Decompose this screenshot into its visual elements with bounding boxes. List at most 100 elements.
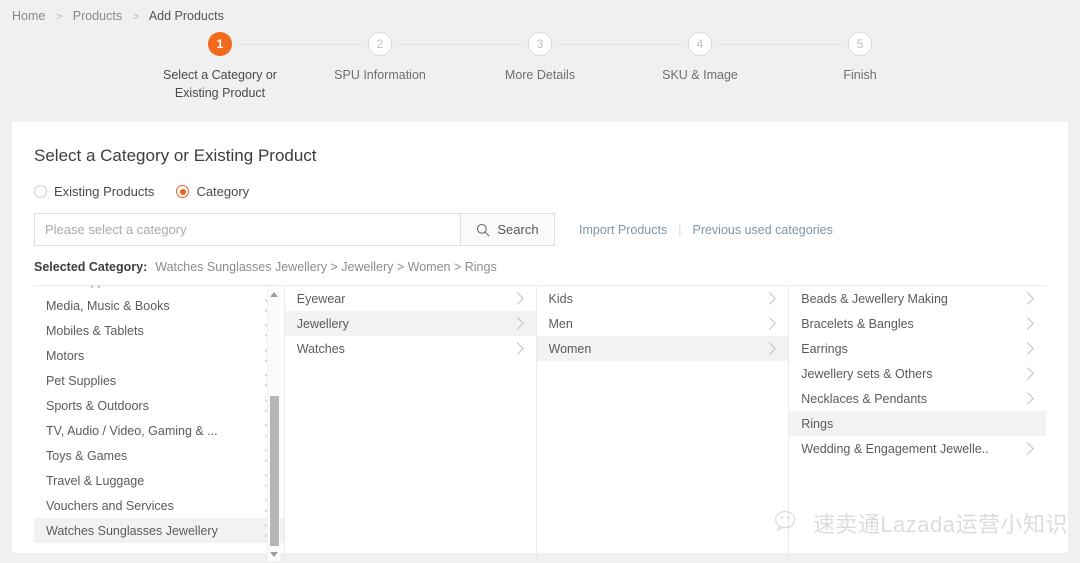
category-item[interactable]: Home Appliances [34,286,284,293]
category-item[interactable]: Media, Music & Books [34,293,284,318]
category-item-label: Men [549,317,573,331]
step-3-more-details[interactable]: 3 More Details [460,32,620,84]
chevron-right-icon [763,292,776,305]
step-number: 1 [208,32,232,56]
progress-stepper: 1 Select a Category or Existing Product … [0,32,1080,120]
search-button[interactable]: Search [460,213,555,246]
category-item-label: Jewellery [297,317,349,331]
step-4-sku-image[interactable]: 4 SKU & Image [620,32,780,84]
source-type-radio-group: Existing Products Category [34,184,1046,199]
radio-existing-products[interactable]: Existing Products [34,184,154,199]
search-button-label: Search [497,222,538,237]
category-item-label: Watches [297,342,345,356]
category-item-label: Earrings [801,342,848,356]
vertical-scrollbar[interactable] [267,288,280,561]
chevron-right-icon [1021,317,1034,330]
step-2-spu-information[interactable]: 2 SPU Information [300,32,460,84]
category-item[interactable]: TV, Audio / Video, Gaming & ... [34,418,284,443]
previous-used-categories-link[interactable]: Previous used categories [692,223,832,237]
category-item-label: Home Appliances [46,286,143,288]
category-list-2: Eyewear Jewellery Watches [285,286,536,361]
search-icon [476,223,490,237]
step-number: 3 [528,32,552,56]
category-item-label: Beads & Jewellery Making [801,292,948,306]
step-connector [460,44,523,45]
link-divider: | [678,223,681,237]
step-connector [557,44,620,45]
chevron-right-icon [259,286,272,287]
category-item[interactable]: Sports & Outdoors [34,393,284,418]
category-item-label: Pet Supplies [46,374,116,388]
step-connector [620,44,683,45]
category-item-label: Mobiles & Tablets [46,324,144,338]
category-item-label: Media, Music & Books [46,299,170,313]
category-item[interactable]: Kids [537,286,789,311]
chevron-right-icon [511,342,524,355]
step-label: Finish [843,66,876,84]
page-title: Select a Category or Existing Product [34,146,1046,166]
breadcrumb-separator: > [56,11,62,23]
breadcrumb: Home > Products > Add Products [0,0,1080,30]
category-item-label: Sports & Outdoors [46,399,149,413]
breadcrumb-item-home[interactable]: Home [12,9,45,23]
category-item[interactable]: Bracelets & Bangles [789,311,1046,336]
chevron-right-icon [511,317,524,330]
content-card: Select a Category or Existing Product Ex… [12,122,1068,553]
category-item[interactable]: Eyewear [285,286,536,311]
category-item-selected[interactable]: Rings [789,411,1046,436]
category-list-4: Beads & Jewellery Making Bracelets & Ban… [789,286,1046,461]
category-item[interactable]: Beads & Jewellery Making [789,286,1046,311]
category-item[interactable]: Men [537,311,789,336]
category-list-1: Home Appliances Media, Music & Books Mob… [34,286,284,543]
category-item-label: Rings [801,417,833,431]
category-item[interactable]: Mobiles & Tablets [34,318,284,343]
category-item-label: Jewellery sets & Others [801,367,932,381]
step-connector [237,44,300,45]
category-item-label: Kids [549,292,573,306]
category-item[interactable]: Necklaces & Pendants [789,386,1046,411]
category-item[interactable]: Watches [285,336,536,361]
radio-label: Existing Products [54,184,154,199]
category-item[interactable]: Toys & Games [34,443,284,468]
selected-category: Selected Category: Watches Sunglasses Je… [34,260,1046,274]
category-item[interactable]: Jewellery sets & Others [789,361,1046,386]
category-item-label: Bracelets & Bangles [801,317,914,331]
category-search-input[interactable] [34,213,461,246]
category-item-label: Travel & Luggage [46,474,144,488]
action-links: Import Products | Previous used categori… [579,223,833,237]
category-item-selected[interactable]: Watches Sunglasses Jewellery [34,518,284,543]
category-item[interactable]: Earrings [789,336,1046,361]
breadcrumb-item-products[interactable]: Products [73,9,122,23]
radio-mark-icon [34,185,47,198]
search-row: Search Import Products | Previous used c… [34,213,1046,246]
step-number: 5 [848,32,872,56]
step-label: Select a Category or Existing Product [145,66,295,102]
category-item[interactable]: Wedding & Engagement Jewelle.. [789,436,1046,461]
chevron-right-icon [763,342,776,355]
selected-category-label: Selected Category: [34,260,147,274]
category-item[interactable]: Travel & Luggage [34,468,284,493]
category-item[interactable]: Motors [34,343,284,368]
radio-category[interactable]: Category [176,184,249,199]
category-item-label: Wedding & Engagement Jewelle.. [801,442,988,456]
selected-category-path: Watches Sunglasses Jewellery > Jewellery… [155,260,496,274]
radio-mark-icon [176,185,189,198]
category-item-label: TV, Audio / Video, Gaming & ... [46,424,218,438]
category-item-selected[interactable]: Jewellery [285,311,536,336]
import-products-link[interactable]: Import Products [579,223,667,237]
category-item-label: Toys & Games [46,449,127,463]
step-label: SKU & Image [662,66,738,84]
scroll-up-arrow-icon[interactable] [268,288,281,301]
step-1-select-category[interactable]: 1 Select a Category or Existing Product [140,32,300,102]
scroll-down-arrow-icon[interactable] [268,548,281,561]
category-item[interactable]: Vouchers and Services [34,493,284,518]
radio-label: Category [196,184,249,199]
step-connector [397,44,460,45]
category-column-4: Beads & Jewellery Making Bracelets & Ban… [789,286,1046,563]
category-item-label: Necklaces & Pendants [801,392,927,406]
step-connector [717,44,780,45]
category-item[interactable]: Pet Supplies [34,368,284,393]
scrollbar-thumb[interactable] [270,396,279,546]
category-item-selected[interactable]: Women [537,336,789,361]
step-5-finish[interactable]: 5 Finish [780,32,940,84]
